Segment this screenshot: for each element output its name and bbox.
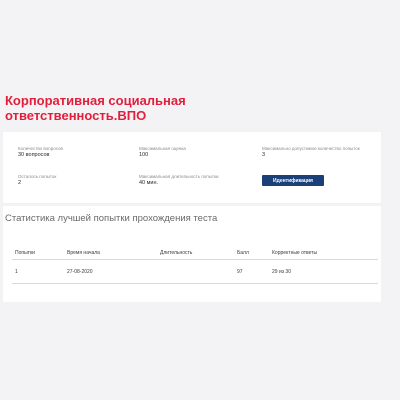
questions-count-item: Количество вопросов 30 вопросов — [18, 146, 63, 158]
stats-card: Статистика лучшей попытки прохождения те… — [3, 206, 381, 302]
max-score-item: Максимальная оценка 100 — [139, 146, 186, 158]
stats-title: Статистика лучшей попытки прохождения те… — [5, 213, 218, 224]
column-header-attempts: Попытки — [15, 250, 35, 256]
column-header-correct-answers: Корректные ответы — [272, 250, 318, 256]
page-title: Корпоративная социальная ответственность… — [5, 93, 186, 123]
remaining-attempts-label: Осталось попыток — [18, 174, 57, 179]
cell-attempt: 1 — [15, 269, 18, 275]
max-attempts-value: 3 — [262, 152, 266, 158]
remaining-attempts-value: 2 — [18, 180, 22, 186]
remaining-attempts-item: Осталось попыток 2 — [18, 174, 56, 186]
test-info-card: Количество вопросов 30 вопросов Максимал… — [3, 132, 381, 203]
cell-score: 97 — [237, 269, 243, 275]
table-header-divider — [12, 259, 378, 260]
max-score-value: 100 — [139, 152, 149, 158]
max-score-label: Максимальная оценка — [139, 146, 186, 151]
questions-count-value: 30 вопросов — [18, 152, 50, 158]
max-duration-label: Максимальная длительность попытки — [139, 174, 219, 179]
column-header-start-time: Время начала — [67, 250, 100, 256]
max-attempts-label: Максимально допустимое количество попыто… — [262, 146, 360, 151]
column-header-duration: Длительность — [160, 250, 193, 256]
column-header-score: Балл — [237, 250, 249, 256]
cell-start-time: 27-08-2020 — [67, 269, 93, 275]
max-duration-item: Максимальная длительность попытки 40 мин… — [139, 174, 218, 186]
cell-correct-answers: 29 из 30 — [272, 269, 291, 275]
max-attempts-item: Максимально допустимое количество попыто… — [262, 146, 362, 158]
questions-count-label: Количество вопросов — [18, 146, 63, 151]
table-row-divider — [12, 283, 378, 284]
identification-button[interactable]: Идентификация — [262, 175, 324, 186]
max-duration-value: 40 мин. — [139, 180, 159, 186]
